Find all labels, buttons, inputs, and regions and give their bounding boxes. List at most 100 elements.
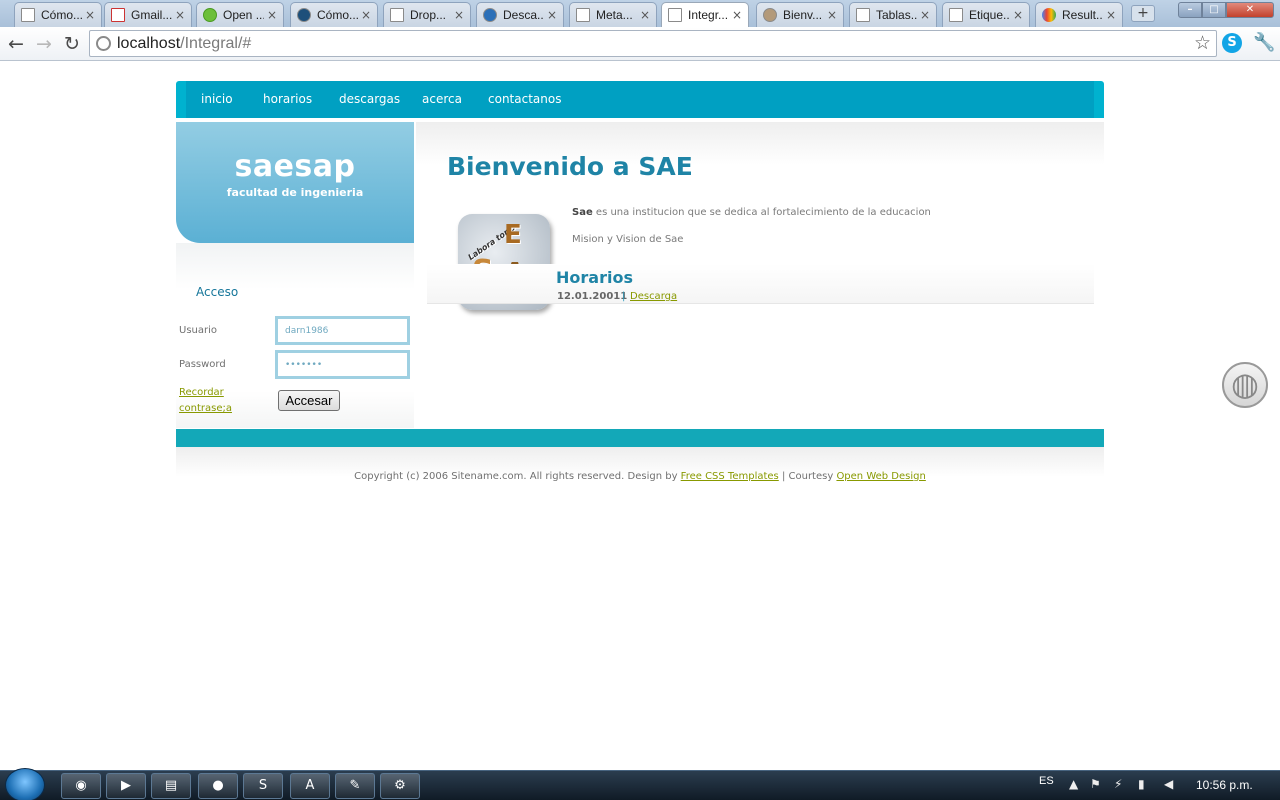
schedule-date: 12.01.20011	[557, 291, 628, 302]
page-title: Bienvenido a SAE	[447, 152, 693, 181]
page-icon	[576, 8, 590, 22]
app-taskbar-icon[interactable]: ⚙	[380, 773, 420, 799]
footer-prefix: Copyright (c) 2006 Sitename.com. All rig…	[354, 471, 681, 482]
acrobat-taskbar-icon[interactable]: A	[290, 773, 330, 799]
logo-letter-e: E	[504, 220, 522, 250]
download-link[interactable]: Descarga	[630, 291, 677, 302]
network-icon[interactable]: ▮	[1138, 777, 1145, 791]
open-web-design-link[interactable]: Open Web Design	[836, 471, 925, 482]
close-tab-icon[interactable]: ×	[264, 8, 280, 22]
eye-icon	[297, 8, 311, 22]
password-label: Password	[179, 359, 226, 370]
nav-link-horarios[interactable]: horarios	[263, 92, 312, 106]
browser-tab[interactable]: Desca... ×	[476, 2, 564, 27]
chrome-taskbar-icon[interactable]: ◉	[61, 773, 101, 799]
address-bar[interactable]: localhost/Integral/# ☆	[89, 30, 1217, 57]
close-tab-icon[interactable]: ×	[82, 8, 98, 22]
tab-label: Open ...	[223, 8, 264, 22]
intro-rest: es una institucion que se dedica al fort…	[592, 207, 931, 218]
remember-link-line2: contrase;a	[179, 403, 232, 414]
schedule-separator: |	[622, 291, 626, 302]
tab-label: Result...	[1062, 8, 1103, 22]
close-tab-icon[interactable]: ×	[1010, 8, 1026, 22]
page-icon	[668, 8, 682, 22]
power-icon[interactable]: ⚡	[1114, 777, 1122, 791]
wrench-menu-icon[interactable]: 🔧	[1253, 32, 1275, 53]
tab-label: Integr...	[688, 8, 729, 22]
browser-toolbar: ← → ↻ localhost/Integral/# ☆	[0, 27, 1280, 61]
remember-password-link[interactable]: Recordar contrase;a	[179, 385, 232, 417]
browser-tab[interactable]: Cómo... ×	[14, 2, 102, 27]
tab-label: Gmail...	[131, 8, 172, 22]
skype-extension-icon[interactable]: S	[1222, 33, 1242, 53]
browser-tab[interactable]: Bienv... ×	[756, 2, 844, 27]
close-tab-icon[interactable]: ×	[729, 8, 745, 22]
site-logo-box: saesap facultad de ingenieria	[176, 122, 414, 243]
intro-bold: Sae	[572, 207, 593, 218]
url-host: localhost	[117, 35, 181, 52]
browser-tab-active[interactable]: Integr... ×	[661, 2, 749, 27]
close-tab-icon[interactable]: ×	[544, 8, 560, 22]
windows-taskbar: ◉ ▶ ▤ ● S A ✎ ⚙ ES ▲ ⚑ ⚡ ▮ ◀ 10:56 p.m.	[0, 768, 1280, 800]
close-tab-icon[interactable]: ×	[1103, 8, 1119, 22]
start-button[interactable]	[5, 768, 45, 800]
volume-icon[interactable]: ◀	[1164, 777, 1173, 791]
browser-tab[interactable]: Meta... ×	[569, 2, 657, 27]
footer-bar	[176, 429, 1104, 447]
tab-label: Etique...	[969, 8, 1010, 22]
nav-link-contactanos[interactable]: contactanos	[488, 92, 561, 106]
tab-label: Meta...	[596, 8, 633, 22]
browser-tab[interactable]: Etique... ×	[942, 2, 1030, 27]
nav-link-acerca[interactable]: acerca	[422, 92, 462, 106]
site-subtitle: facultad de ingenieria	[226, 186, 364, 199]
browser-tab[interactable]: Drop... ×	[383, 2, 471, 27]
language-indicator[interactable]: ES	[1039, 775, 1054, 787]
close-tab-icon[interactable]: ×	[824, 8, 840, 22]
window-maximize-button[interactable]: □	[1202, 2, 1226, 18]
avatar-icon	[763, 8, 777, 22]
bookmark-star-icon[interactable]: ☆	[1194, 31, 1211, 56]
gmail-icon	[111, 8, 125, 22]
notepad-taskbar-icon[interactable]: ✎	[335, 773, 375, 799]
globe-icon[interactable]: ◍	[1222, 362, 1268, 408]
nav-link-inicio[interactable]: inicio	[201, 92, 233, 106]
site-title: saesap	[234, 149, 356, 184]
action-center-icon[interactable]: ⚑	[1090, 777, 1101, 791]
window-minimize-button[interactable]: –	[1178, 2, 1202, 18]
show-hidden-icons-icon[interactable]: ▲	[1069, 777, 1078, 791]
firefox-taskbar-icon[interactable]: ●	[198, 773, 238, 799]
username-input[interactable]	[275, 316, 410, 345]
username-label: Usuario	[179, 325, 218, 336]
new-tab-button[interactable]: +	[1131, 5, 1155, 22]
browser-tab[interactable]: Tablas... ×	[849, 2, 937, 27]
close-tab-icon[interactable]: ×	[172, 8, 188, 22]
back-arrow-icon[interactable]: ←	[3, 31, 29, 57]
close-tab-icon[interactable]: ×	[637, 8, 653, 22]
leaf-icon	[203, 8, 217, 22]
browser-tab[interactable]: Gmail... ×	[104, 2, 192, 27]
free-css-templates-link[interactable]: Free CSS Templates	[681, 471, 779, 482]
password-input[interactable]	[275, 350, 410, 379]
forward-arrow-icon[interactable]: →	[31, 31, 57, 57]
system-clock[interactable]: 10:56 p.m.	[1196, 778, 1253, 792]
skype-taskbar-icon[interactable]: S	[243, 773, 283, 799]
window-close-button[interactable]: ✕	[1226, 2, 1274, 18]
browser-tab[interactable]: Open ... ×	[196, 2, 284, 27]
browser-tab[interactable]: Cómo... ×	[290, 2, 378, 27]
people-icon	[483, 8, 497, 22]
tab-label: Desca...	[503, 8, 544, 22]
login-button[interactable]: Accesar	[278, 390, 340, 411]
web-page: inicio horarios descargas acerca contact…	[0, 62, 1280, 770]
remember-link-line1: Recordar	[179, 387, 224, 398]
close-tab-icon[interactable]: ×	[358, 8, 374, 22]
close-tab-icon[interactable]: ×	[451, 8, 467, 22]
explorer-taskbar-icon[interactable]: ▤	[151, 773, 191, 799]
media-player-taskbar-icon[interactable]: ▶	[106, 773, 146, 799]
close-tab-icon[interactable]: ×	[917, 8, 933, 22]
page-info-icon[interactable]	[96, 36, 111, 51]
browser-tab[interactable]: Result... ×	[1035, 2, 1123, 27]
reload-icon[interactable]: ↻	[59, 31, 85, 57]
page-icon	[856, 8, 870, 22]
nav-link-descargas[interactable]: descargas	[339, 92, 400, 106]
page-icon	[390, 8, 404, 22]
